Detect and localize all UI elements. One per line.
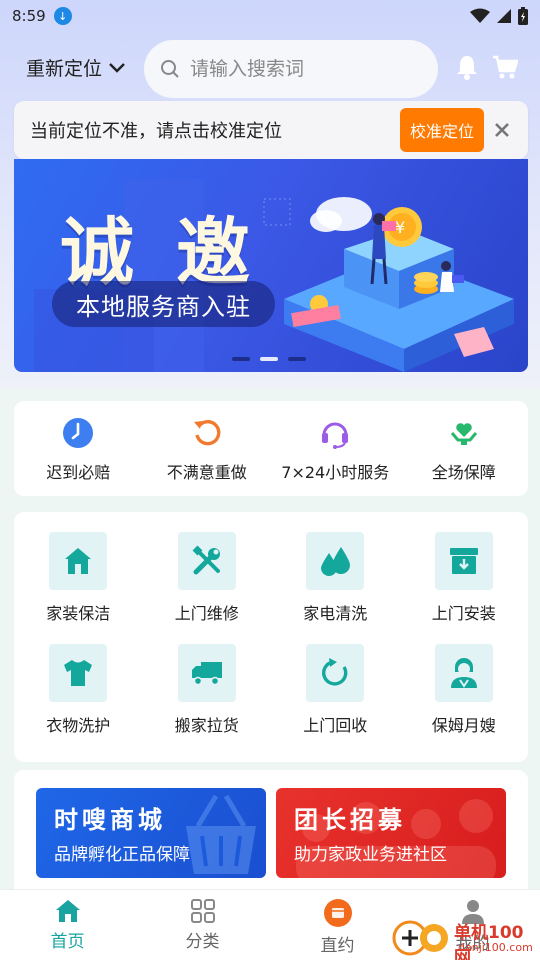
mall-promo-subtitle: 品牌孵化正品保障 [54, 845, 190, 865]
tshirt-icon [64, 660, 93, 686]
bell-icon[interactable] [456, 54, 478, 80]
service-home-cleaning[interactable]: 家装保洁 [14, 532, 143, 624]
mall-promo-title: 时嗖商城 [54, 806, 166, 834]
location-notice: 当前定位不准，请点击校准定位 校准定位 [14, 101, 528, 159]
service-onsite-repair[interactable]: 上门维修 [143, 532, 272, 624]
calibrate-location-button[interactable]: 校准定位 [400, 108, 484, 152]
guarantee-redo[interactable]: 不满意重做 [143, 401, 272, 496]
carousel-indicators [232, 357, 306, 361]
service-label: 上门安装 [431, 604, 496, 623]
notice-text: 当前定位不准，请点击校准定位 [30, 121, 282, 142]
service-label: 搬家拉货 [174, 716, 239, 735]
service-appliance-cleaning[interactable]: 家电清洗 [271, 532, 400, 624]
grid-icon [190, 899, 215, 923]
guarantee-24h-service[interactable]: 7×24小时服务 [271, 401, 400, 496]
guarantee-card: 迟到必赔 不满意重做 7×24小时服务 全场保障 [14, 401, 528, 496]
battery-icon [518, 7, 528, 25]
guarantee-full-protection[interactable]: 全场保障 [400, 401, 529, 496]
services-card: 家装保洁 上门维修 家电清洗 上门安装 衣物洗护 搬家拉货 上门回收 保姆月嫂 [14, 512, 528, 762]
headset-icon [322, 422, 349, 449]
promo-banner[interactable]: ¥ 诚邀 本地服务商入驻 [14, 159, 528, 372]
download-icon: ↓ [53, 7, 72, 25]
water-drops-icon [321, 547, 351, 576]
chevron-down-icon [109, 62, 125, 73]
leader-recruit-title: 团长招募 [294, 806, 406, 834]
tab-label: 分类 [185, 932, 220, 952]
close-icon[interactable] [490, 118, 514, 142]
search-icon [161, 60, 179, 78]
recycle-icon [322, 658, 348, 686]
banner-subtitle: 本地服务商入驻 [52, 281, 275, 327]
redo-icon [193, 419, 221, 446]
service-label: 衣物洗护 [46, 716, 111, 735]
heart-hand-icon [450, 423, 477, 445]
bottom-tab-bar: 首页 分类 直约 我的 [0, 889, 540, 960]
tab-profile[interactable]: 我的 [405, 890, 540, 960]
wifi-icon [470, 8, 490, 23]
service-nanny[interactable]: 保姆月嫂 [400, 644, 529, 736]
tab-category[interactable]: 分类 [135, 890, 270, 960]
status-time: 8:59 [12, 7, 46, 25]
service-laundry-care[interactable]: 衣物洗护 [14, 644, 143, 736]
service-label: 家装保洁 [46, 604, 111, 623]
tools-icon [192, 545, 220, 575]
promo-card: 时嗖商城 品牌孵化正品保障 团长招募 助力家政业务进社区 [14, 770, 528, 890]
service-label: 上门维修 [174, 604, 239, 623]
search-bar[interactable] [144, 40, 438, 98]
service-onsite-install[interactable]: 上门安装 [400, 532, 529, 624]
services-grid: 家装保洁 上门维修 家电清洗 上门安装 衣物洗护 搬家拉货 上门回收 保姆月嫂 [14, 532, 528, 736]
relocate-label: 重新定位 [26, 58, 103, 80]
mall-promo[interactable]: 时嗖商城 品牌孵化正品保障 [36, 788, 266, 878]
svg-text:¥: ¥ [395, 218, 405, 237]
top-header: 重新定位 [0, 38, 540, 98]
direct-booking-icon [323, 899, 352, 927]
guarantee-label: 全场保障 [431, 463, 496, 482]
carousel-dot[interactable] [232, 357, 250, 361]
tab-home[interactable]: 首页 [0, 890, 135, 960]
signal-icon [497, 9, 511, 23]
guarantee-label: 迟到必赔 [46, 463, 111, 482]
house-icon [65, 548, 92, 574]
carousel-dot[interactable] [288, 357, 306, 361]
guarantee-late-compensation[interactable]: 迟到必赔 [14, 401, 143, 496]
install-box-icon [449, 548, 478, 574]
service-label: 上门回收 [303, 716, 368, 735]
tab-label: 我的 [455, 934, 490, 954]
truck-icon [191, 662, 222, 686]
guarantee-label: 不满意重做 [166, 463, 247, 482]
service-recycling[interactable]: 上门回收 [271, 644, 400, 736]
service-label: 保姆月嫂 [431, 716, 496, 735]
relocate-button[interactable]: 重新定位 [26, 54, 126, 81]
service-label: 家电清洗 [303, 604, 368, 623]
home-icon [55, 900, 80, 922]
tab-label: 首页 [50, 932, 85, 952]
leader-recruit-subtitle: 助力家政业务进社区 [294, 845, 447, 865]
status-icons [470, 7, 528, 25]
tab-label: 直约 [320, 936, 355, 956]
tab-direct-booking[interactable]: 直约 [270, 890, 405, 960]
guarantee-label: 7×24小时服务 [281, 463, 390, 482]
status-bar: 8:59 ↓ [0, 0, 540, 32]
clock-icon [63, 418, 94, 448]
user-icon [461, 900, 484, 924]
carousel-dot-active[interactable] [260, 357, 278, 361]
cart-icon[interactable] [492, 54, 518, 80]
leader-recruit-promo[interactable]: 团长招募 助力家政业务进社区 [276, 788, 506, 878]
nanny-icon [450, 658, 477, 688]
service-moving[interactable]: 搬家拉货 [143, 644, 272, 736]
search-input[interactable] [190, 58, 410, 80]
